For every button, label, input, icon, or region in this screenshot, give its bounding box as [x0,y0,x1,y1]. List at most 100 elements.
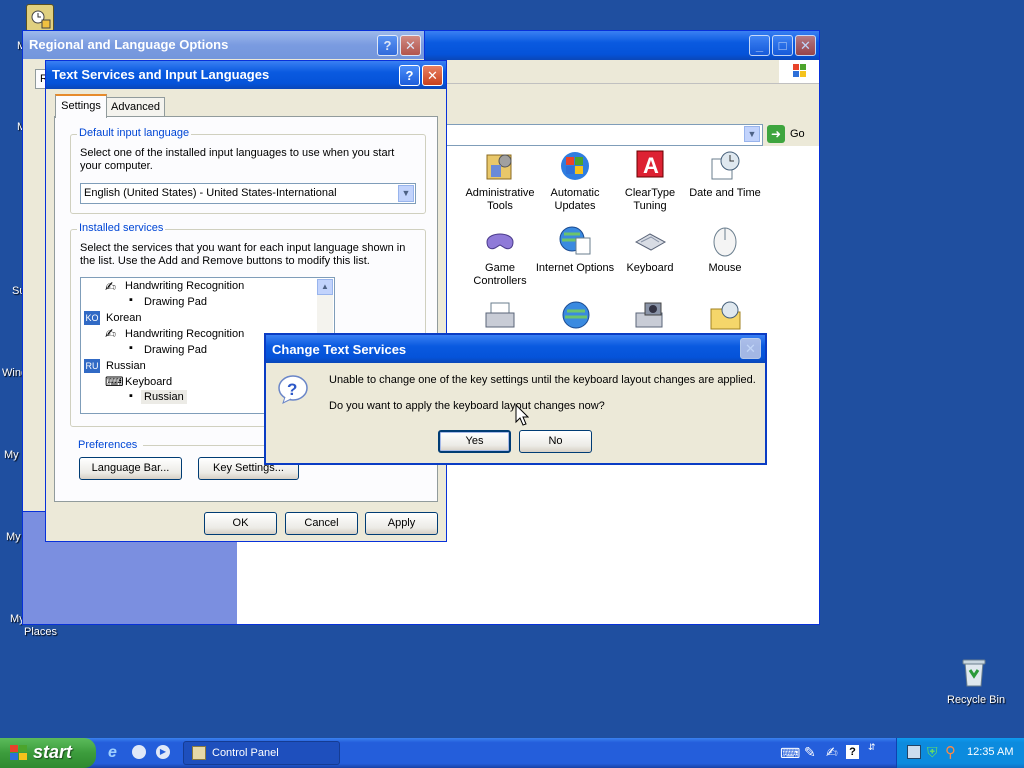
keyboard-icon[interactable]: ⌨ [780,745,800,762]
tab-settings[interactable]: Settings [55,94,107,118]
cp-item-network[interactable] [558,299,594,335]
ok-button[interactable]: OK [204,512,277,535]
maximize-icon[interactable]: □ [772,35,793,56]
desktop-label: Places [24,626,58,638]
go-button[interactable]: ➜ Go [765,124,809,144]
task-label: Control Panel [212,747,279,759]
cleartype-icon: A [636,150,664,178]
tree-item[interactable]: Russian [106,360,146,372]
tree-item[interactable]: Keyboard [125,376,172,388]
tree-item[interactable]: Drawing Pad [144,344,207,356]
options-icon[interactable]: ⇵ [868,742,876,753]
date-time-icon [711,151,740,180]
pen-icon[interactable]: ✎ [804,744,816,761]
regional-options-titlebar[interactable]: Regional and Language Options [23,31,424,59]
tab-advanced[interactable]: Advanced [106,97,165,117]
security-icon[interactable]: ⛨ [927,744,938,761]
cp-item-label: Administrative Tools [465,187,535,212]
keyboard-icon [634,233,667,251]
preferences-label: Preferences [78,439,138,451]
start-label: start [33,742,73,762]
cp-item-mouse[interactable]: Mouse [681,224,769,294]
cp-item-printers[interactable] [483,299,519,335]
address-input[interactable] [433,124,763,146]
help-icon[interactable]: ? [377,35,398,56]
recycle-bin-icon[interactable] [958,656,990,688]
handwriting-icon: ✍ [105,326,116,341]
internet-options-icon [559,226,591,255]
yes-button[interactable]: Yes [438,430,511,453]
cp-item-scanners[interactable] [633,299,669,335]
close-icon[interactable]: ✕ [795,35,816,56]
folder-clock-icon [710,301,741,330]
bullet-icon: ▪ [129,390,133,402]
default-language-value: English (United States) - United States-… [84,187,337,199]
tree-item[interactable]: Handwriting Recognition [125,328,244,340]
no-button[interactable]: No [519,430,592,453]
tree-item-selected[interactable]: Russian [141,390,187,404]
cp-item-date-and-time[interactable]: Date and Time [681,149,769,219]
question-icon: ? [277,373,309,405]
taskbar-task-control-panel[interactable]: Control Panel [183,741,340,765]
language-bar-button[interactable]: Language Bar... [79,457,182,480]
desktop-label: My [6,531,21,543]
mouse-icon [713,227,737,257]
dialog-message-line1: Unable to change one of the key settings… [329,374,756,386]
default-language-select[interactable]: English (United States) - United States-… [80,183,416,204]
dialog-titlebar[interactable]: Change Text Services [266,335,765,363]
tab-settings-label: Settings [61,100,101,112]
scanner-camera-icon [635,302,663,328]
svg-text:A: A [643,153,659,178]
help-icon[interactable]: ? [399,65,420,86]
tree-item[interactable]: Handwriting Recognition [125,280,244,292]
installed-services-label: Installed services [77,222,166,234]
default-language-description: Select one of the installed input langua… [80,147,395,172]
internet-explorer-icon[interactable]: e [108,744,117,762]
close-icon[interactable]: ✕ [740,338,761,359]
tree-item[interactable]: Korean [106,312,141,324]
start-button[interactable]: start [0,738,96,768]
control-panel-icon [192,746,206,760]
mouse-cursor-icon [515,403,530,426]
cp-item-label: Automatic Updates [550,187,600,212]
close-icon[interactable]: ✕ [400,35,421,56]
play-icon[interactable]: ▶ [156,745,170,759]
cp-item-label: Game Controllers [473,262,527,287]
cp-item-scheduled-tasks[interactable] [708,299,744,335]
media-icon[interactable] [132,745,146,759]
tab-advanced-label: Advanced [111,101,160,113]
dialog-message-line2: Do you want to apply the keyboard layout… [329,400,605,412]
search-icon[interactable]: ⚲ [945,743,956,761]
chevron-down-icon[interactable]: ▼ [398,185,414,202]
cancel-button[interactable]: Cancel [285,512,358,535]
cp-item-label: Mouse [708,262,742,274]
network-icon[interactable] [907,745,921,759]
tree-item[interactable]: Drawing Pad [144,296,207,308]
default-language-group: Default input language Select one of the… [70,127,426,214]
bullet-icon: ▪ [129,294,133,306]
pen-tool-icon[interactable]: ✍ [826,744,838,761]
change-text-services-dialog: Change Text Services ✕ ? Unable to chang… [264,333,767,465]
cp-item-label: Date and Time [689,187,761,199]
recycle-bin-label: Recycle Bin [947,694,1006,706]
scroll-up-icon[interactable]: ▲ [317,279,333,295]
address-dropdown-icon[interactable]: ▼ [744,126,760,142]
go-arrow-icon: ➜ [767,125,785,143]
windows-logo-icon [779,60,819,83]
keyboard-icon: ⌨ [105,374,124,389]
dialog-title: Change Text Services [272,342,407,357]
text-services-window: Text Services and Input Languages ? ✕ Se… [45,60,447,542]
close-icon[interactable]: ✕ [422,65,443,86]
desktop-icon-top[interactable] [26,4,54,32]
system-tray: ⛨ ⚲ 12:35 AM [896,738,1024,768]
regional-options-title: Regional and Language Options [29,37,229,52]
minimize-icon[interactable]: _ [749,35,770,56]
svg-text:?: ? [287,380,297,399]
cp-item-label: ClearType Tuning [624,187,676,212]
taskbar: start e ▶ Control Panel ⌨ ✎ ✍ ? ⇵ ⛨ ⚲ 12… [0,738,1024,768]
default-language-label: Default input language [77,127,192,139]
apply-button[interactable]: Apply [365,512,438,535]
text-services-titlebar[interactable]: Text Services and Input Languages [46,61,446,89]
help-icon[interactable]: ? [846,745,859,759]
printer-icon [485,302,515,328]
